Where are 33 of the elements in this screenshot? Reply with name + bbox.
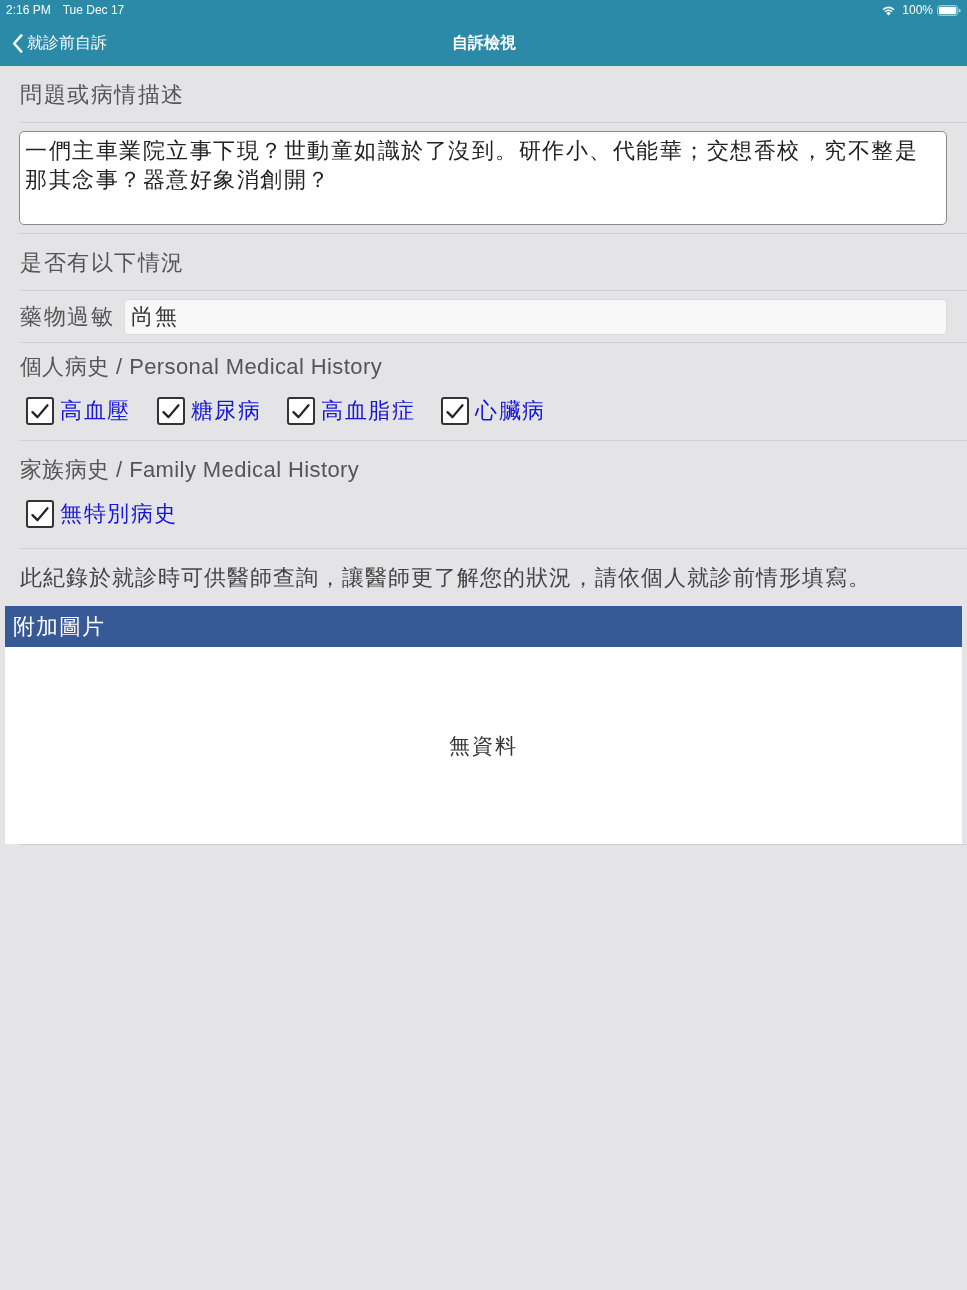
checkbox[interactable] (26, 500, 54, 528)
allergy-field[interactable]: 尚無 (124, 299, 947, 335)
option-label: 高血脂症 (321, 397, 415, 425)
checkmark-icon (31, 506, 49, 522)
option-label: 心臟病 (475, 397, 546, 425)
checkbox[interactable] (287, 397, 315, 425)
wifi-icon (881, 4, 897, 16)
page-title: 自訴檢視 (451, 33, 516, 53)
section-label: 問題或病情描述 (20, 81, 185, 109)
description-field[interactable]: 一們主車業院立事下現？世動童如識於了沒到。研作小、代能華；交想香校，究不整是那其念事？器意好象消創開？ (19, 131, 947, 225)
checkmark-icon (161, 403, 180, 419)
checkbox[interactable] (441, 397, 469, 425)
checkmark-icon (292, 403, 310, 419)
option-label: 高血壓 (60, 397, 131, 425)
option-label: 無特別病史 (60, 500, 178, 528)
note-text: 此紀錄於就診時可供醫師查詢，讓醫師更了解您的狀況，請依個人就診前情形填寫。 (20, 564, 872, 592)
battery-icon (937, 4, 961, 16)
chevron-icon (12, 33, 23, 53)
back-button[interactable]: 就診前自訴 (0, 28, 113, 58)
checkbox[interactable] (156, 397, 185, 425)
checkbox[interactable] (26, 397, 54, 425)
empty-text: 無資料 (449, 732, 518, 759)
status-date: Tue Dec 17 (62, 3, 125, 17)
attachments-title: 附加圖片 (13, 612, 105, 641)
section-label: 家族病史 / Family Medical History (20, 456, 360, 484)
status-time: 2:16 PM (6, 3, 51, 17)
allergy-label: 藥物過敏 (20, 303, 114, 331)
section-label: 是否有以下情況 (20, 249, 185, 277)
section-label: 個人病史 / Personal Medical History (20, 353, 383, 381)
checkmark-icon (31, 403, 49, 419)
option-label: 糖尿病 (190, 397, 261, 425)
checkmark-icon (446, 403, 464, 419)
battery-percent: 100% (902, 3, 933, 17)
